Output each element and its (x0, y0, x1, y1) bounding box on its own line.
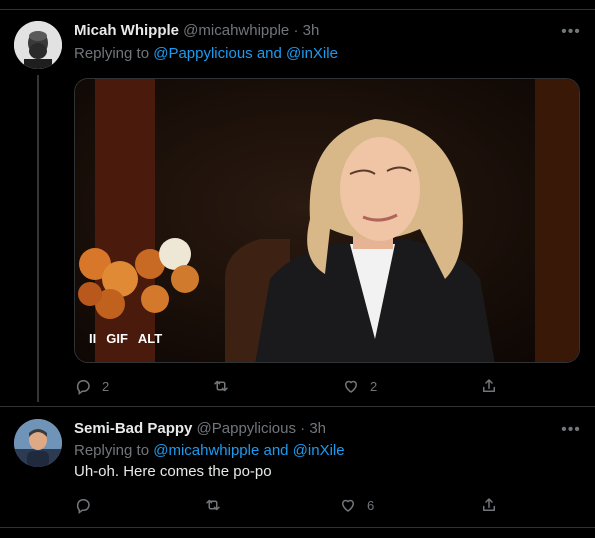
like-button[interactable]: 2 (342, 377, 377, 395)
alt-badge[interactable]: ALT (138, 331, 162, 346)
share-icon (483, 498, 495, 511)
action-bar: 6 (74, 496, 514, 516)
timestamp[interactable]: 3h (303, 22, 320, 39)
gif-media[interactable]: II GIF ALT (74, 78, 580, 363)
like-count: 2 (370, 378, 378, 394)
reply-icon (76, 499, 90, 514)
tweet-text: Uh-oh. Here comes the po-po (74, 463, 272, 480)
timeline: Micah Whipple @micahwhipple · 3h ••• Rep… (0, 0, 595, 538)
thread-connector (37, 75, 39, 402)
display-name[interactable]: Micah Whipple (74, 22, 179, 39)
replying-to: Replying to @Pappylicious and @inXile (74, 44, 338, 64)
reply-count: 2 (102, 378, 110, 394)
share-button[interactable] (480, 377, 498, 395)
avatar[interactable] (14, 21, 62, 69)
retweet-button[interactable] (204, 496, 232, 514)
replying-to: Replying to @micahwhipple and @inXile (74, 441, 345, 461)
tweet-header: Micah Whipple @micahwhipple · 3h (74, 21, 319, 41)
more-icon[interactable]: ••• (561, 24, 581, 40)
share-icon (483, 379, 495, 392)
gif-frame (75, 79, 579, 362)
divider (0, 406, 595, 407)
pause-button[interactable]: II (89, 331, 96, 346)
replying-to-links[interactable]: @micahwhipple and @inXile (153, 442, 344, 459)
like-icon (341, 499, 355, 512)
user-handle[interactable]: @Pappylicious (197, 420, 296, 437)
user-handle[interactable]: @micahwhipple (183, 22, 289, 39)
dot-separator: · (300, 420, 306, 437)
timestamp[interactable]: 3h (309, 420, 326, 437)
like-count: 6 (367, 497, 375, 513)
replying-to-links[interactable]: @Pappylicious and @inXile (153, 45, 338, 62)
like-button[interactable]: 6 (339, 496, 374, 514)
reply-button[interactable]: 2 (74, 377, 109, 395)
media-badges: II GIF ALT (89, 331, 162, 346)
replying-prefix: Replying to (74, 442, 150, 459)
replying-prefix: Replying to (74, 45, 150, 62)
share-button[interactable] (480, 496, 498, 514)
divider (0, 527, 595, 528)
retweet-icon (214, 380, 228, 392)
divider (0, 9, 595, 10)
retweet-icon (206, 499, 220, 511)
display-name[interactable]: Semi-Bad Pappy (74, 420, 192, 437)
reply-button[interactable] (74, 496, 102, 514)
more-icon[interactable]: ••• (561, 422, 581, 438)
gif-badge: GIF (106, 331, 128, 346)
tweet-header: Semi-Bad Pappy @Pappylicious · 3h (74, 419, 326, 439)
like-icon (344, 380, 358, 393)
retweet-button[interactable] (212, 377, 240, 395)
reply-icon (76, 380, 90, 395)
action-bar: 2 2 (74, 377, 514, 397)
avatar[interactable] (14, 419, 62, 467)
dot-separator: · (293, 22, 299, 39)
